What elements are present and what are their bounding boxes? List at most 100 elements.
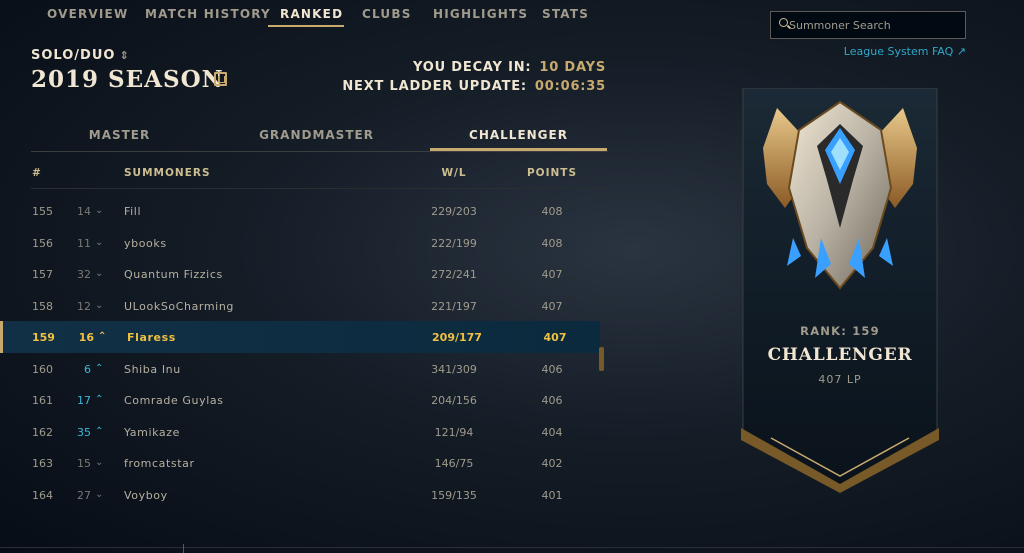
row-summoner-name: Flaress xyxy=(127,331,176,344)
row-change: 12 xyxy=(77,299,91,313)
nav-ranked[interactable]: RANKED xyxy=(280,7,343,21)
row-summoner-name: Comrade Guylas xyxy=(124,394,224,407)
season-title: 2019 SEASON xyxy=(31,66,224,93)
row-position: 159 xyxy=(32,331,55,344)
nav-overview[interactable]: OVERVIEW xyxy=(47,7,128,21)
league-faq-link[interactable]: League System FAQ ↗ xyxy=(844,45,966,58)
tab-active-underline xyxy=(430,148,607,151)
col-header-summoners[interactable]: SUMMONERS xyxy=(124,167,211,179)
table-row[interactable]: 156 11 ybooks 222/199 408 ⌄ xyxy=(0,227,600,259)
row-points: 406 xyxy=(541,394,563,407)
update-label: NEXT LADDER UPDATE: xyxy=(342,79,527,94)
row-points: 406 xyxy=(541,362,563,376)
table-row[interactable]: 164 27 Voyboy 159/135 401 ⌄ xyxy=(0,479,600,511)
rank-position: RANK: 159 xyxy=(800,324,880,338)
table-row[interactable]: 155 14 Fill 229/203 408 ⌄ xyxy=(0,195,600,227)
row-position: 163 xyxy=(32,457,53,470)
row-win-loss: 209/177 xyxy=(432,331,482,344)
row-position: 160 xyxy=(32,362,53,376)
update-value: 00:06:35 xyxy=(534,79,606,94)
row-points: 408 xyxy=(541,236,563,250)
row-win-loss: 204/156 xyxy=(431,394,477,407)
row-points: 407 xyxy=(543,331,567,344)
nav-active-underline xyxy=(268,25,344,27)
row-summoner-name: Quantum Fizzics xyxy=(124,268,223,281)
queue-selector[interactable]: SOLO/DUO ⇕ xyxy=(31,48,130,63)
row-points: 401 xyxy=(541,488,563,502)
row-win-loss: 222/199 xyxy=(431,236,477,250)
rank-banner xyxy=(741,88,939,493)
nav-stats[interactable]: STATS xyxy=(542,7,589,21)
chevron-updown-icon: ⇕ xyxy=(119,49,130,62)
ladder-list: 155 14 Fill 229/203 408 ⌄ 15 6 11 ybooks 222/199 40… xyxy=(0,195,600,510)
row-win-loss: 272/241 xyxy=(431,268,477,281)
row-position: 162 xyxy=(32,425,53,439)
tabs-divider xyxy=(31,151,608,152)
chevron-down-icon: ⌄ xyxy=(95,236,104,248)
table-row[interactable]: 160 6 Shiba Inu 341/309 406 ⌃ xyxy=(0,353,600,385)
bottom-tick xyxy=(183,544,184,553)
row-points: 404 xyxy=(541,425,563,439)
summoner-search-box[interactable] xyxy=(770,11,966,39)
row-change: 17 xyxy=(77,394,91,407)
rank-tier: CHALLENGER xyxy=(767,345,913,365)
scrollbar-thumb[interactable] xyxy=(599,347,604,371)
nav-match-history[interactable]: MATCH HISTORY xyxy=(145,7,271,21)
table-row[interactable]: 162 35 Yamikaze 121/94 404 ⌃ xyxy=(0,416,600,448)
chevron-up-icon: ⌃ xyxy=(95,425,104,437)
nav-highlights[interactable]: HIGHLIGHTS xyxy=(433,7,528,21)
row-win-loss: 229/203 xyxy=(431,205,477,218)
row-points: 407 xyxy=(541,299,563,313)
external-link-icon: ↗ xyxy=(956,45,966,58)
summoner-search-input[interactable] xyxy=(789,16,959,34)
col-header-position: # xyxy=(32,167,42,179)
row-position: 157 xyxy=(32,268,53,281)
queue-label: SOLO/DUO xyxy=(31,48,116,63)
row-summoner-name: Fill xyxy=(124,205,142,218)
row-change: 14 xyxy=(77,205,91,218)
col-header-wl[interactable]: W/L xyxy=(412,167,496,179)
table-row[interactable]: 158 12 ULookSoCharming 221/197 407 ⌄ xyxy=(0,290,600,322)
row-points: 402 xyxy=(541,457,563,470)
table-row[interactable]: 161 17 Comrade Guylas 204/156 406 ⌃ xyxy=(0,384,600,416)
chevron-up-icon: ⌃ xyxy=(95,362,104,374)
tab-master[interactable]: MASTER xyxy=(31,128,208,142)
bottom-divider xyxy=(0,547,1024,548)
row-summoner-name: fromcatstar xyxy=(124,457,195,470)
row-win-loss: 221/197 xyxy=(431,299,477,313)
row-win-loss: 121/94 xyxy=(434,425,474,439)
decay-value: 10 DAYS xyxy=(539,60,606,75)
ladder-update-info: NEXT LADDER UPDATE: 00:06:35 xyxy=(342,79,606,94)
row-change: 16 xyxy=(78,331,94,344)
nav-clubs[interactable]: CLUBS xyxy=(362,7,412,21)
row-position: 164 xyxy=(32,488,53,502)
table-header-divider xyxy=(31,188,608,189)
decay-info: YOU DECAY IN: 10 DAYS xyxy=(413,60,606,75)
row-summoner-name: Voyboy xyxy=(124,488,168,502)
row-change: 27 xyxy=(77,488,91,502)
table-row[interactable]: 159 16 Flaress 209/177 407 ⌃ xyxy=(0,321,600,353)
decay-label: YOU DECAY IN: xyxy=(413,60,532,75)
row-summoner-name: ULookSoCharming xyxy=(124,299,234,313)
row-position: 155 xyxy=(32,205,53,218)
chevron-down-icon: ⌄ xyxy=(95,205,104,216)
search-icon xyxy=(779,18,788,27)
row-position: 158 xyxy=(32,299,53,313)
rank-lp: 407 LP xyxy=(818,373,862,386)
tab-challenger[interactable]: CHALLENGER xyxy=(430,128,607,142)
table-row[interactable]: 163 15 fromcatstar 146/75 402 ⌄ xyxy=(0,447,600,479)
row-change: 6 xyxy=(84,362,91,376)
col-header-points[interactable]: POINTS xyxy=(510,167,594,179)
table-row[interactable]: 157 32 Quantum Fizzics 272/241 407 ⌄ xyxy=(0,258,600,290)
faq-label: League System FAQ xyxy=(843,45,954,58)
row-change: 15 xyxy=(77,457,91,470)
row-summoner-name: ybooks xyxy=(124,236,167,250)
top-nav: OVERVIEW MATCH HISTORY RANKED CLUBS HIGH… xyxy=(0,0,700,30)
row-change: 32 xyxy=(77,268,91,281)
row-position: 161 xyxy=(32,394,53,407)
chevron-down-icon: ⌄ xyxy=(95,457,104,468)
season-rewards-icon[interactable] xyxy=(214,72,227,86)
tab-grandmaster[interactable]: GRANDMASTER xyxy=(228,128,405,142)
row-points: 408 xyxy=(541,205,563,218)
row-change: 11 xyxy=(77,236,91,250)
